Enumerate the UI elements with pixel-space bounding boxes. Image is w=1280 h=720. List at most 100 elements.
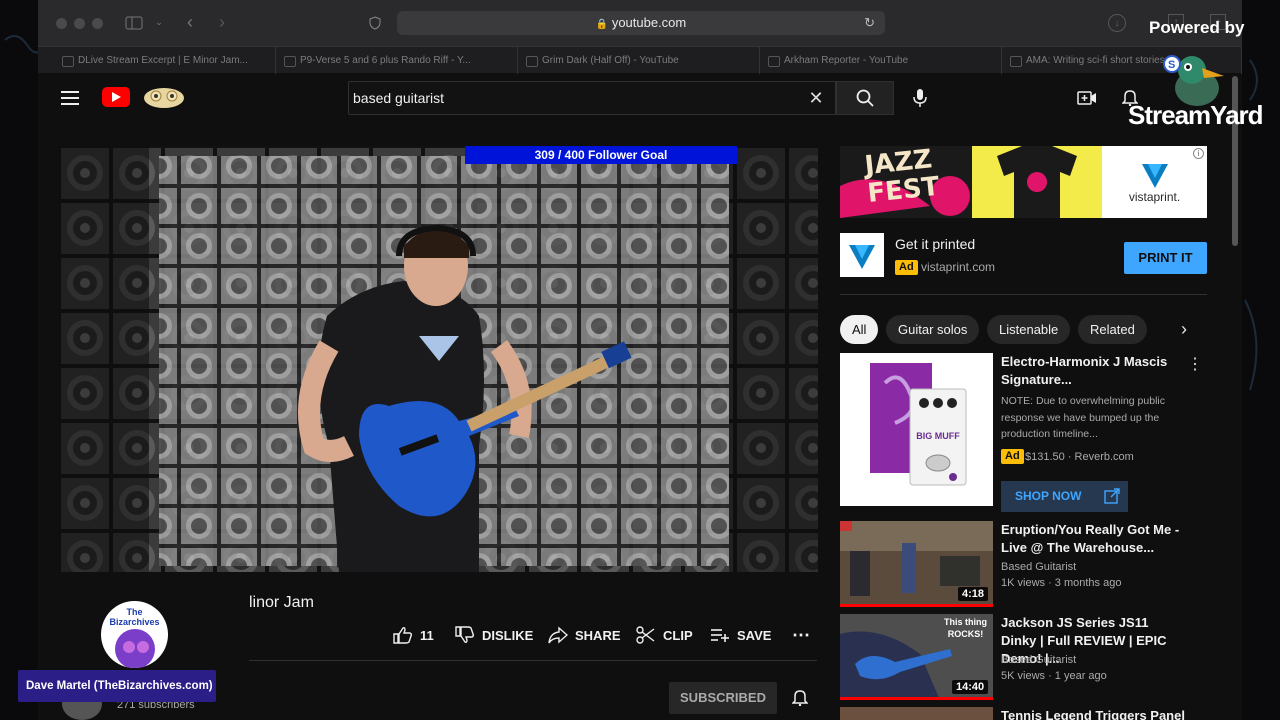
ad-domain: vistaprint.com	[921, 260, 996, 274]
video-thumbnail[interactable]	[840, 707, 993, 720]
chips-next-chevron-icon[interactable]: ›	[1176, 318, 1192, 340]
share-arrow-icon	[548, 626, 568, 644]
share-label: SHARE	[575, 627, 621, 643]
thumbs-up-icon	[393, 627, 413, 644]
browser-tab[interactable]: P9-Verse 5 and 6 plus Rando Riff - Y...	[276, 47, 518, 74]
dislike-button[interactable]: DISLIKE	[455, 624, 533, 646]
menu-icon[interactable]	[60, 88, 80, 108]
rec-meta: 1K views · 3 months ago	[1001, 577, 1122, 589]
chip-guitar-solos[interactable]: Guitar solos	[886, 315, 980, 344]
screen: ⌄ ‹ › 🔒 youtube.com ↻ ↓ ↑ + DLive Stream…	[0, 0, 1280, 720]
create-video-icon[interactable]	[1076, 89, 1098, 107]
share-button[interactable]: SHARE	[548, 624, 621, 646]
channel-bell-icon[interactable]	[791, 687, 809, 707]
clear-search-icon[interactable]: ✕	[807, 88, 825, 108]
shop-ad-description: NOTE: Due to overwhelming public respons…	[1001, 395, 1165, 440]
pedal-label: BIG MUFF	[916, 431, 960, 441]
rec-title[interactable]: Electro-Harmonix J Mascis Signature...	[1001, 353, 1181, 389]
ad-title[interactable]: Get it printed	[895, 236, 975, 252]
scissors-icon	[636, 626, 655, 644]
rec-meta: 5K views · 1 year ago	[1001, 670, 1107, 682]
rec-title[interactable]: Tennis Legend Triggers Panel	[1001, 707, 1201, 720]
shop-ad-price: $131.50 · Reverb.com	[1025, 451, 1134, 463]
shop-ad-thumbnail[interactable]: BIG MUFF	[840, 353, 993, 506]
sidebar-toggle-icon[interactable]	[124, 14, 144, 32]
search-icon	[856, 89, 874, 107]
forward-button[interactable]: ›	[215, 12, 229, 32]
lock-icon: 🔒	[595, 19, 609, 30]
external-link-icon	[1104, 488, 1120, 504]
vistaprint-logo-image: vistaprint.	[1102, 146, 1207, 218]
tshirt-image	[972, 146, 1102, 218]
dislike-label: DISLIKE	[482, 627, 534, 643]
close-window-button[interactable]	[56, 18, 67, 29]
clip-button[interactable]: CLIP	[636, 624, 693, 646]
youtube-logo[interactable]	[102, 87, 130, 107]
search-button[interactable]	[836, 81, 894, 115]
like-button[interactable]: 11	[393, 624, 434, 646]
minimize-window-button[interactable]	[74, 18, 85, 29]
ad-banner[interactable]: JAZZ FEST vistaprint. i	[840, 146, 1207, 218]
browser-tab[interactable]: DLive Stream Excerpt | E Minor Jam...	[54, 47, 276, 74]
search-box: ✕	[348, 81, 836, 115]
print-it-button[interactable]: PRINT IT	[1124, 242, 1207, 274]
download-icon[interactable]: ↓	[1108, 14, 1126, 32]
rec-channel[interactable]: Based Guitarist	[1001, 559, 1076, 575]
shop-now-label: SHOP NOW	[1015, 489, 1082, 503]
more-vertical-icon[interactable]: ⋮	[1187, 355, 1203, 373]
ad-banner-text: JAZZ FEST	[863, 146, 941, 210]
search-input[interactable]	[349, 82, 789, 114]
address-bar[interactable]: 🔒 youtube.com ↻	[397, 11, 885, 35]
back-button[interactable]: ‹	[183, 12, 197, 32]
shield-icon[interactable]	[368, 15, 382, 31]
subscribed-button[interactable]: SUBSCRIBED	[669, 682, 777, 714]
ad-badge: Ad	[895, 260, 918, 275]
svg-text:S: S	[1168, 59, 1175, 71]
host-avatar: The Bizarchives	[101, 601, 168, 668]
rec-channel[interactable]: Based Guitarist	[1001, 652, 1076, 668]
microphone-icon[interactable]	[911, 87, 929, 109]
zoom-window-button[interactable]	[92, 18, 103, 29]
browser-tab[interactable]: Arkham Reporter - YouTube	[760, 47, 1002, 74]
advertiser-logo[interactable]	[840, 233, 884, 277]
browser-tab[interactable]: Grim Dark (Half Off) - YouTube	[518, 47, 760, 74]
thumbs-down-icon	[455, 626, 475, 643]
thumbnail-caption: This thing ROCKS!	[944, 617, 987, 639]
save-button[interactable]: SAVE	[710, 624, 771, 646]
browser-toolbar: ⌄ ‹ › 🔒 youtube.com ↻ ↓ ↑ +	[38, 0, 1242, 46]
more-actions-button[interactable]: ⋯	[792, 624, 810, 646]
save-label: SAVE	[737, 627, 772, 643]
powered-by-label: Powered by	[1149, 18, 1245, 37]
tab-bar: DLive Stream Excerpt | E Minor Jam... P9…	[38, 46, 1242, 74]
watch-progress-bar	[840, 604, 993, 607]
avatar-text: The Bizarchives	[109, 607, 160, 627]
chip-listenable[interactable]: Listenable	[987, 315, 1071, 344]
shop-now-button[interactable]: SHOP NOW	[1001, 481, 1128, 512]
video-duration: 4:18	[958, 587, 989, 601]
playlist-add-icon	[711, 629, 729, 642]
video-frame	[59, 146, 818, 572]
doodle-logo-icon[interactable]	[140, 84, 188, 110]
reload-icon[interactable]: ↻	[864, 11, 875, 35]
follower-goal-banner: 309 / 400 Follower Goal	[465, 146, 737, 164]
video-duration: 14:40	[952, 680, 989, 694]
rec-title[interactable]: Eruption/You Really Got Me - Live @ The …	[1001, 521, 1181, 557]
like-count: 11	[420, 627, 434, 643]
chevron-down-icon[interactable]: ⌄	[154, 16, 164, 28]
chip-related[interactable]: Related	[1078, 315, 1147, 344]
video-title: linor Jam	[249, 594, 314, 611]
clip-label: CLIP	[663, 627, 693, 643]
shop-ad-badge: Ad	[1001, 449, 1024, 464]
duck-mascot-icon: S	[1162, 48, 1232, 108]
divider	[840, 294, 1207, 295]
host-name-tag: Dave Martel (TheBizarchives.com)	[18, 670, 216, 702]
url-text: youtube.com	[611, 15, 687, 30]
watch-progress-bar	[840, 697, 993, 700]
browser-window: ⌄ ‹ › 🔒 youtube.com ↻ ↓ ↑ + DLive Stream…	[38, 0, 1242, 720]
vistaprint-wordmark: vistaprint.	[1128, 190, 1181, 204]
chip-all[interactable]: All	[840, 315, 879, 344]
video-player[interactable]: 309 / 400 Follower Goal	[59, 146, 818, 572]
more-horizontal-icon: ⋯	[792, 624, 810, 645]
jazz-fest-image: JAZZ FEST	[840, 146, 972, 218]
ad-info-icon[interactable]: i	[1193, 148, 1204, 159]
